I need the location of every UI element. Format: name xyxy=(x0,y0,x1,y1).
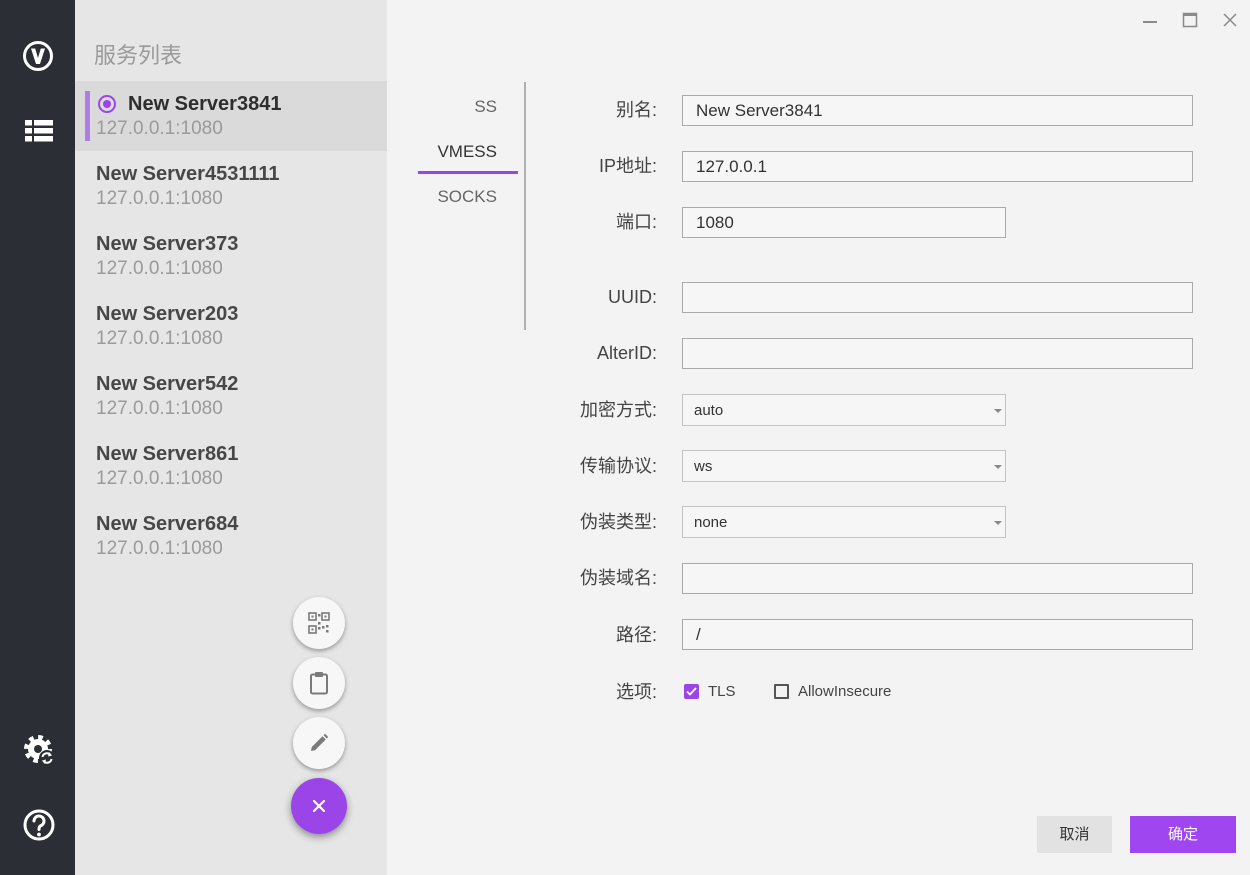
server-name: New Server4531111 xyxy=(96,163,280,185)
server-name: New Server3841 xyxy=(128,93,282,115)
selection-indicator xyxy=(85,91,90,141)
fab-toggle-button[interactable] xyxy=(291,778,347,834)
scan-qr-button[interactable] xyxy=(293,597,345,649)
server-address: 127.0.0.1:1080 xyxy=(96,538,223,559)
alter-id-label: AlterID: xyxy=(596,343,657,363)
check-icon xyxy=(686,687,697,696)
server-name: New Server684 xyxy=(96,513,239,535)
server-item[interactable]: New Server203 127.0.0.1:1080 xyxy=(75,291,387,361)
server-item[interactable]: New Server4531111 127.0.0.1:1080 xyxy=(75,151,387,221)
ip-input[interactable] xyxy=(682,151,1193,182)
chevron-down-icon xyxy=(994,521,1002,525)
tls-label[interactable]: TLS xyxy=(708,682,736,702)
minimize-button[interactable] xyxy=(1140,10,1160,30)
server-address: 127.0.0.1:1080 xyxy=(96,398,223,419)
server-name: New Server203 xyxy=(96,303,239,325)
allow-insecure-checkbox[interactable] xyxy=(774,684,789,699)
radio-selected-icon xyxy=(98,95,116,113)
server-item[interactable]: New Server861 127.0.0.1:1080 xyxy=(75,431,387,501)
transport-value: ws xyxy=(694,458,713,475)
transport-label: 传输协议: xyxy=(579,456,657,476)
cancel-button[interactable]: 取消 xyxy=(1037,816,1112,853)
tls-checkbox[interactable] xyxy=(684,684,699,699)
server-address: 127.0.0.1:1080 xyxy=(96,118,223,139)
clipboard-icon xyxy=(310,672,328,695)
server-item[interactable]: New Server373 127.0.0.1:1080 xyxy=(75,221,387,291)
tab-socks[interactable]: SOCKS xyxy=(400,185,497,209)
path-label: 路径: xyxy=(615,625,657,645)
alias-input[interactable] xyxy=(682,95,1193,126)
uuid-input[interactable] xyxy=(682,282,1193,313)
camouflage-type-select[interactable]: none xyxy=(682,506,1006,538)
path-input[interactable] xyxy=(682,619,1193,650)
qr-scan-icon xyxy=(308,612,330,634)
close-icon xyxy=(312,799,326,813)
server-item[interactable]: New Server684 127.0.0.1:1080 xyxy=(75,501,387,571)
uuid-label: UUID: xyxy=(608,287,657,307)
server-address: 127.0.0.1:1080 xyxy=(96,328,223,349)
server-name: New Server861 xyxy=(96,443,239,465)
server-name: New Server542 xyxy=(96,373,239,395)
v2ray-logo-icon[interactable] xyxy=(20,38,56,74)
chevron-down-icon xyxy=(994,409,1002,413)
active-tab-indicator xyxy=(418,171,518,174)
edit-icon xyxy=(311,733,329,751)
chevron-down-icon xyxy=(994,465,1002,469)
options-label: 选项: xyxy=(615,682,657,702)
maximize-icon xyxy=(1182,12,1198,28)
close-window-button[interactable] xyxy=(1220,10,1240,30)
server-item[interactable]: New Server542 127.0.0.1:1080 xyxy=(75,361,387,431)
server-list-icon[interactable] xyxy=(21,113,57,149)
server-address: 127.0.0.1:1080 xyxy=(96,188,223,209)
allow-insecure-label[interactable]: AllowInsecure xyxy=(798,682,891,702)
port-label: 端口: xyxy=(615,212,657,232)
paste-clipboard-button[interactable] xyxy=(293,657,345,709)
tab-vmess[interactable]: VMESS xyxy=(400,140,497,164)
transport-select[interactable]: ws xyxy=(682,450,1006,482)
camouflage-type-label: 伪装类型: xyxy=(579,512,657,532)
encryption-label: 加密方式: xyxy=(579,400,657,420)
server-address: 127.0.0.1:1080 xyxy=(96,468,223,489)
minimize-icon xyxy=(1143,21,1157,23)
maximize-button[interactable] xyxy=(1180,10,1200,30)
camouflage-type-value: none xyxy=(694,514,728,531)
edit-server-button[interactable] xyxy=(293,717,345,769)
camouflage-domain-input[interactable] xyxy=(682,563,1193,594)
encryption-value: auto xyxy=(694,402,724,419)
port-input[interactable] xyxy=(682,207,1006,238)
server-item[interactable]: New Server3841 127.0.0.1:1080 xyxy=(75,81,387,151)
close-icon xyxy=(1223,13,1237,27)
confirm-button[interactable]: 确定 xyxy=(1130,816,1236,853)
server-name: New Server373 xyxy=(96,233,239,255)
nav-bar xyxy=(0,0,75,875)
alias-label: 别名: xyxy=(615,100,657,120)
tab-ss[interactable]: SS xyxy=(400,95,497,119)
alter-id-input[interactable] xyxy=(682,338,1193,369)
camouflage-domain-label: 伪装域名: xyxy=(579,568,657,588)
tab-divider xyxy=(524,82,526,330)
server-list-title: 服务列表 xyxy=(94,43,183,68)
server-address: 127.0.0.1:1080 xyxy=(96,258,223,279)
ip-label: IP地址: xyxy=(598,156,657,176)
encryption-select[interactable]: auto xyxy=(682,394,1006,426)
settings-sync-icon[interactable] xyxy=(21,732,57,768)
help-icon[interactable] xyxy=(21,807,57,843)
